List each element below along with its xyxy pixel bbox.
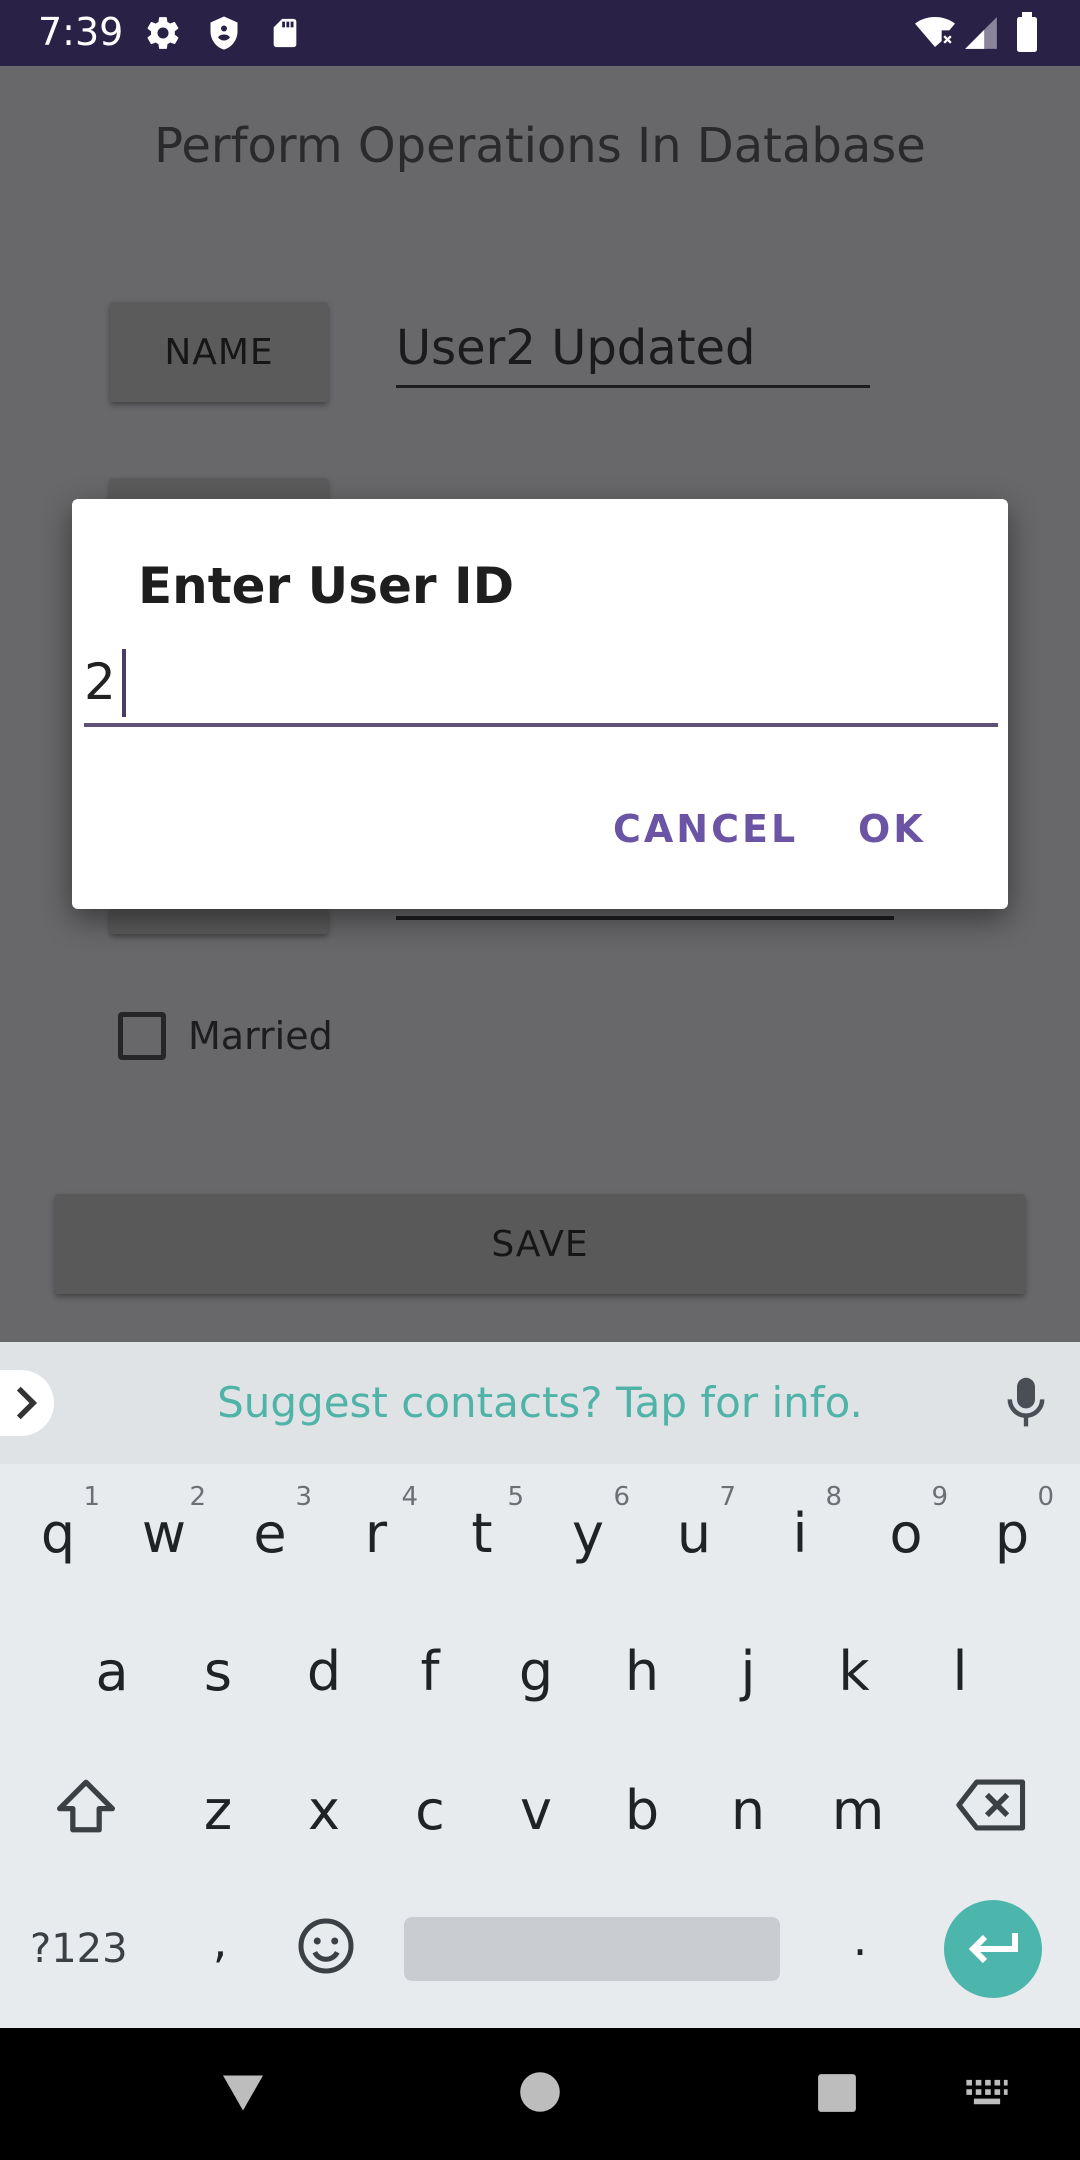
key-m[interactable]: m (808, 1779, 908, 1842)
key-v[interactable]: v (486, 1779, 586, 1842)
battery-icon (1014, 12, 1040, 57)
key-b[interactable]: b (592, 1779, 692, 1842)
soft-keyboard: Suggest contacts? Tap for info. q1w2e3r4… (0, 1342, 1080, 2028)
key-hint: 3 (295, 1482, 312, 1512)
sd-card-icon (268, 14, 302, 57)
backspace-icon (956, 1779, 1026, 1831)
enter-user-id-dialog: Enter User ID 2 CANCEL OK (72, 499, 1008, 909)
key-label: t (471, 1502, 493, 1565)
key-label: y (572, 1502, 604, 1565)
key-y[interactable]: y6 (538, 1482, 638, 1565)
settings-icon (144, 14, 182, 57)
text-cursor (122, 649, 126, 717)
key-hint: 8 (825, 1482, 842, 1512)
enter-key[interactable] (944, 1900, 1042, 1998)
key-g[interactable]: g (486, 1640, 586, 1703)
name-field-value: User2 Updated (396, 320, 756, 376)
ok-button[interactable]: OK (858, 807, 926, 851)
save-button[interactable]: SAVE (55, 1194, 1025, 1294)
enter-icon (968, 1933, 1018, 1964)
key-label: e (253, 1502, 287, 1565)
key-label: r (364, 1502, 388, 1565)
key-p[interactable]: p0 (962, 1482, 1062, 1565)
back-icon[interactable] (218, 2070, 268, 2121)
key-hint: 9 (931, 1482, 948, 1512)
space-key[interactable] (404, 1917, 780, 1981)
key-k[interactable]: k (804, 1640, 904, 1703)
key-i[interactable]: i8 (750, 1482, 850, 1565)
third-field-button[interactable] (110, 908, 328, 934)
key-l[interactable]: l (910, 1640, 1010, 1703)
key-label: q (40, 1502, 76, 1565)
user-id-value: 2 (84, 653, 116, 711)
key-hint: 0 (1037, 1482, 1054, 1512)
key-s[interactable]: s (168, 1640, 268, 1703)
keyboard-switch-icon[interactable] (964, 2078, 1010, 2113)
name-button[interactable]: NAME (110, 302, 328, 402)
shift-icon (57, 1779, 115, 1833)
signal-icon (962, 14, 1000, 57)
emoji-icon (298, 1918, 354, 1974)
shift-key[interactable] (36, 1777, 136, 1848)
key-w[interactable]: w2 (114, 1482, 214, 1565)
suggestion-bar: Suggest contacts? Tap for info. (0, 1342, 1080, 1464)
user-id-input[interactable]: 2 (84, 647, 998, 727)
status-time: 7:39 (38, 10, 124, 54)
key-h[interactable]: h (592, 1640, 692, 1703)
backspace-key[interactable] (942, 1777, 1042, 1846)
key-z[interactable]: z (168, 1779, 268, 1842)
key-x[interactable]: x (274, 1779, 374, 1842)
name-field[interactable]: User2 Updated (396, 320, 870, 388)
home-icon[interactable] (518, 2070, 562, 2119)
mic-icon[interactable] (1004, 1376, 1048, 1435)
cancel-button[interactable]: CANCEL (613, 807, 798, 851)
key-hint: 4 (401, 1482, 418, 1512)
key-hint: 7 (719, 1482, 736, 1512)
key-a[interactable]: a (62, 1640, 162, 1703)
key-hint: 5 (507, 1482, 524, 1512)
key-d[interactable]: d (274, 1640, 374, 1703)
key-hint: 1 (83, 1482, 100, 1512)
key-n[interactable]: n (698, 1779, 798, 1842)
key-q[interactable]: q1 (8, 1482, 108, 1565)
symbols-key[interactable]: ?123 (30, 1926, 128, 1972)
period-key[interactable]: . (810, 1912, 910, 1966)
key-c[interactable]: c (380, 1779, 480, 1842)
emoji-key[interactable] (276, 1916, 376, 1989)
key-label: o (889, 1502, 923, 1565)
key-label: p (994, 1502, 1030, 1565)
key-t[interactable]: t5 (432, 1482, 532, 1565)
key-label: w (141, 1502, 187, 1565)
dialog-title: Enter User ID (138, 557, 515, 615)
wifi-icon (912, 12, 958, 57)
status-bar: 7:39 (0, 0, 1080, 66)
married-checkbox[interactable] (118, 1012, 166, 1060)
key-r[interactable]: r4 (326, 1482, 426, 1565)
key-u[interactable]: u7 (644, 1482, 744, 1565)
key-e[interactable]: e3 (220, 1482, 320, 1565)
key-label: u (676, 1502, 712, 1565)
third-field[interactable] (396, 914, 894, 920)
key-hint: 2 (189, 1482, 206, 1512)
recents-icon[interactable] (816, 2072, 858, 2119)
key-j[interactable]: j (698, 1640, 798, 1703)
key-hint: 6 (613, 1482, 630, 1512)
navigation-bar (0, 2028, 1080, 2160)
page-title: Perform Operations In Database (154, 118, 926, 174)
key-f[interactable]: f (380, 1640, 480, 1703)
shield-icon (206, 14, 242, 57)
comma-key[interactable]: , (170, 1914, 270, 1968)
married-label: Married (188, 1014, 333, 1058)
key-o[interactable]: o9 (856, 1482, 956, 1565)
suggestion-text[interactable]: Suggest contacts? Tap for info. (0, 1378, 1080, 1427)
key-label: i (792, 1502, 808, 1565)
